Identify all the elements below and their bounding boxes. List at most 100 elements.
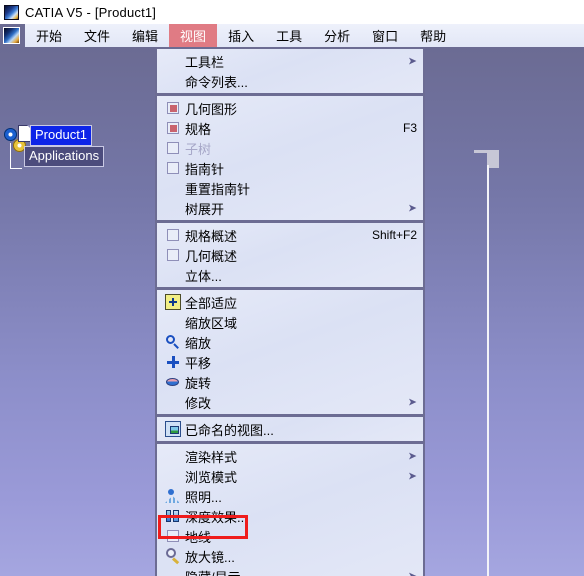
menu-item-3-3[interactable]: 平移 [157, 352, 423, 372]
window-title: CATIA V5 - [Product1] [25, 4, 157, 20]
menu-item-0-1[interactable]: 命令列表... [157, 71, 423, 91]
menu-icon-slot [161, 421, 185, 437]
pan-icon [165, 354, 181, 370]
submenu-arrow-icon: ➤ [407, 569, 417, 576]
menu-group-5: 渲染样式 ➤ 浏览模式 ➤ 照明... 深度效果... 地线放大镜...隐藏/显示➤ [157, 444, 423, 576]
menu-item-1-0[interactable]: 几何图形 [157, 98, 423, 118]
menu-item-3-5[interactable]: 修改 ➤ [157, 392, 423, 412]
lighting-icon [165, 488, 181, 504]
menubar-item-3[interactable]: 视图 [169, 24, 218, 47]
catia-application-window: CATIA V5 - [Product1] 开始 文件 编辑 视图 插入 工具 分析 窗口 帮助… [0, 0, 584, 576]
menu-item-label: 地线 [185, 529, 212, 545]
tree-node-product1[interactable]: Product1 [30, 125, 93, 146]
menu-item-1-3[interactable]: 指南针 [157, 158, 423, 178]
named-view-icon [165, 421, 181, 437]
tree-connector-horizontal [10, 168, 22, 169]
menu-item-1-1[interactable]: 规格 F3 [157, 118, 423, 138]
zoom-icon [165, 334, 181, 350]
menu-item-5-0[interactable]: 渲染样式 ➤ [157, 446, 423, 466]
menu-checkbox-slot [161, 142, 185, 154]
submenu-arrow-icon: ➤ [407, 201, 417, 215]
menu-item-label: 子树 [185, 141, 212, 157]
menu-item-label: 规格概述 [185, 228, 238, 244]
depth-effect-icon [165, 508, 181, 524]
menu-item-4-0[interactable]: 已命名的视图... [157, 419, 423, 439]
menu-item-3-0[interactable]: 全部适应 [157, 292, 423, 312]
menu-icon-slot [161, 374, 185, 390]
menubar-item-0[interactable]: 开始 [25, 24, 74, 47]
menu-item-1-2: 子树 [157, 138, 423, 158]
view-dropdown-menu[interactable]: 工具栏 ➤ 命令列表... 几何图形规格 F3 子树指南针 重置指南针树展开 ➤ 规格概述 Shi… [155, 47, 425, 576]
menu-item-shortcut: Shift+F2 [371, 228, 417, 242]
menu-item-label: 渲染样式 [185, 449, 238, 465]
menu-group-3: 全部适应缩放区域缩放平移旋转 修改 ➤ [157, 290, 423, 414]
catia-logo-icon [3, 27, 20, 44]
menu-item-label: 修改 [185, 395, 212, 411]
menu-item-label: 缩放 [185, 335, 212, 351]
menu-checkbox-slot [161, 530, 185, 542]
menu-item-label: 规格 [185, 121, 212, 137]
menu-item-0-0[interactable]: 工具栏 ➤ [157, 51, 423, 71]
menu-checkbox-slot [161, 102, 185, 114]
magnifier-icon [165, 548, 181, 564]
menu-item-label: 指南针 [185, 161, 225, 177]
menubar-item-7[interactable]: 窗口 [361, 24, 410, 47]
menubar-item-5[interactable]: 工具 [265, 24, 314, 47]
menu-item-label: 已命名的视图... [185, 422, 274, 438]
menubar-item-2[interactable]: 编辑 [121, 24, 170, 47]
menu-item-label: 照明... [185, 489, 222, 505]
menu-item-3-4[interactable]: 旋转 [157, 372, 423, 392]
menu-item-5-3[interactable]: 深度效果... [157, 506, 423, 526]
menu-bar-items: 开始 文件 编辑 视图 插入 工具 分析 窗口 帮助 [25, 24, 584, 47]
menu-item-label: 立体... [185, 268, 222, 284]
menu-item-shortcut: F3 [402, 121, 417, 135]
menu-item-label: 浏览模式 [185, 469, 238, 485]
rotate-icon [165, 374, 181, 390]
menu-item-5-4[interactable]: 地线 [157, 526, 423, 546]
menu-item-5-2[interactable]: 照明... [157, 486, 423, 506]
menu-item-1-5[interactable]: 树展开 ➤ [157, 198, 423, 218]
menu-item-label: 树展开 [185, 201, 225, 217]
submenu-arrow-icon: ➤ [407, 469, 417, 483]
menu-item-2-2[interactable]: 立体... [157, 265, 423, 285]
menubar-item-8[interactable]: 帮助 [409, 24, 458, 47]
menu-item-label: 命令列表... [185, 74, 248, 90]
viewport-guide-vertical [487, 165, 489, 576]
menu-group-2: 规格概述 Shift+F2 几何概述立体... [157, 223, 423, 287]
menu-item-5-5[interactable]: 放大镜... [157, 546, 423, 566]
menu-item-2-1[interactable]: 几何概述 [157, 245, 423, 265]
menu-item-3-1[interactable]: 缩放区域 [157, 312, 423, 332]
menu-item-5-1[interactable]: 浏览模式 ➤ [157, 466, 423, 486]
menu-item-label: 深度效果... [185, 509, 248, 525]
menu-icon-slot [161, 294, 185, 310]
menu-item-3-2[interactable]: 缩放 [157, 332, 423, 352]
menu-checkbox[interactable] [167, 122, 179, 134]
menu-checkbox [167, 142, 179, 154]
menu-icon-slot [161, 334, 185, 350]
menu-item-1-4[interactable]: 重置指南针 [157, 178, 423, 198]
menu-item-label: 缩放区域 [185, 315, 238, 331]
menu-item-label: 全部适应 [185, 295, 238, 311]
menu-checkbox[interactable] [167, 162, 179, 174]
menubar-item-6[interactable]: 分析 [313, 24, 362, 47]
menu-icon-slot [161, 488, 185, 504]
tree-node-applications[interactable]: Applications [24, 146, 105, 167]
submenu-arrow-icon: ➤ [407, 449, 417, 463]
menu-icon-slot [161, 354, 185, 370]
menubar-filler [457, 24, 584, 47]
menu-item-label: 平移 [185, 355, 212, 371]
menu-item-label: 几何概述 [185, 248, 238, 264]
menu-checkbox[interactable] [167, 249, 179, 261]
menu-checkbox-slot [161, 229, 185, 241]
menu-item-5-6[interactable]: 隐藏/显示➤ [157, 566, 423, 576]
menu-item-2-0[interactable]: 规格概述 Shift+F2 [157, 225, 423, 245]
menubar-item-1[interactable]: 文件 [73, 24, 122, 47]
menu-checkbox[interactable] [167, 229, 179, 241]
menu-item-label: 旋转 [185, 375, 212, 391]
menu-checkbox[interactable] [167, 530, 179, 542]
menu-group-4: 已命名的视图... [157, 417, 423, 441]
fit-all-icon [165, 294, 181, 310]
menu-checkbox[interactable] [167, 102, 179, 114]
menubar-item-4[interactable]: 插入 [217, 24, 266, 47]
menu-checkbox-slot [161, 162, 185, 174]
